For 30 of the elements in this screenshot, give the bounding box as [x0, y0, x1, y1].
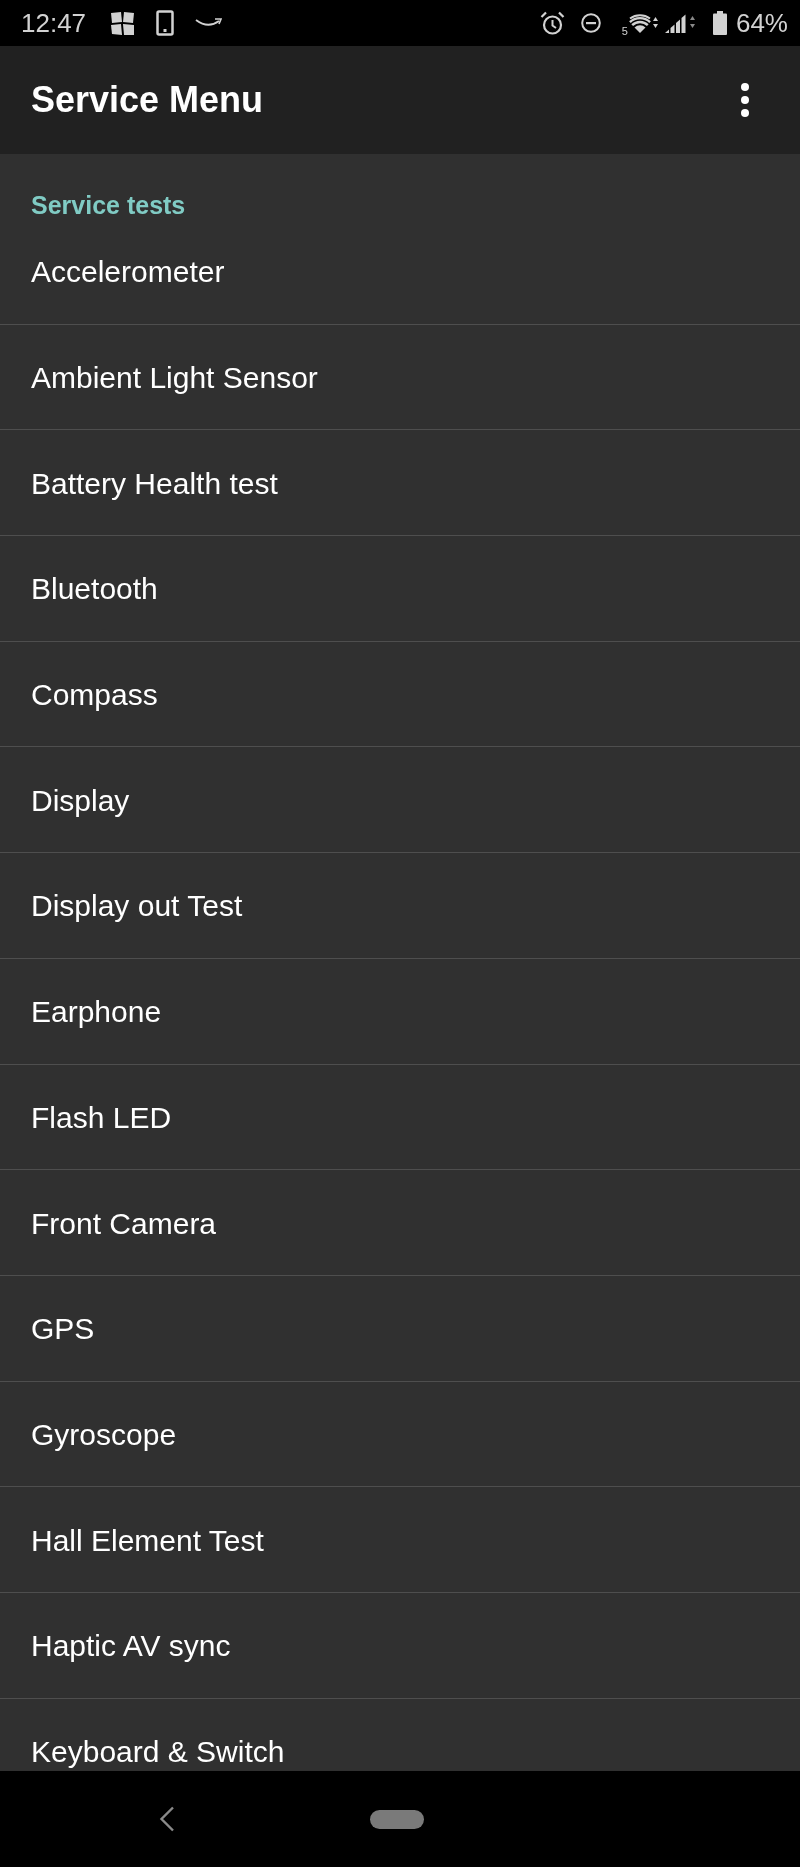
wifi-band-label: 5 [621, 25, 628, 37]
list-item[interactable]: Front Camera [0, 1170, 800, 1276]
status-time: 12:47 [21, 8, 87, 38]
list-item[interactable]: Battery Health test [0, 430, 800, 537]
list-item[interactable]: Bluetooth [0, 536, 800, 642]
tiles-icon [110, 10, 136, 36]
list-item[interactable]: Hall Element Test [0, 1487, 800, 1593]
list-item[interactable]: Display out Test [0, 853, 800, 959]
list-item[interactable]: GPS [0, 1275, 800, 1382]
app-title: Service Menu [31, 79, 264, 121]
more-options-icon[interactable] [740, 83, 750, 117]
battery-icon [712, 11, 727, 35]
list-item[interactable]: Gyroscope [0, 1381, 800, 1488]
home-button[interactable] [370, 1809, 424, 1829]
phone-icon [156, 10, 175, 36]
list-item[interactable]: Ambient Light Sensor [0, 324, 800, 431]
alarm-clock-icon [539, 10, 565, 36]
list-item[interactable]: Accelerometer [0, 219, 800, 325]
do-not-disturb-icon [580, 13, 601, 33]
list-item[interactable]: Compass [0, 641, 800, 748]
wifi-icon [628, 12, 659, 34]
smile-arrow-icon [195, 17, 223, 29]
list-item[interactable]: Haptic AV sync [0, 1592, 800, 1699]
back-icon[interactable] [159, 1806, 175, 1832]
list-item[interactable]: Flash LED [0, 1064, 800, 1171]
section-header: Service tests [30, 190, 187, 219]
list-item[interactable]: Earphone [0, 958, 800, 1065]
battery-percentage: 64% [735, 8, 788, 38]
list-item[interactable]: Display [0, 747, 800, 854]
signal-icon [664, 12, 698, 34]
